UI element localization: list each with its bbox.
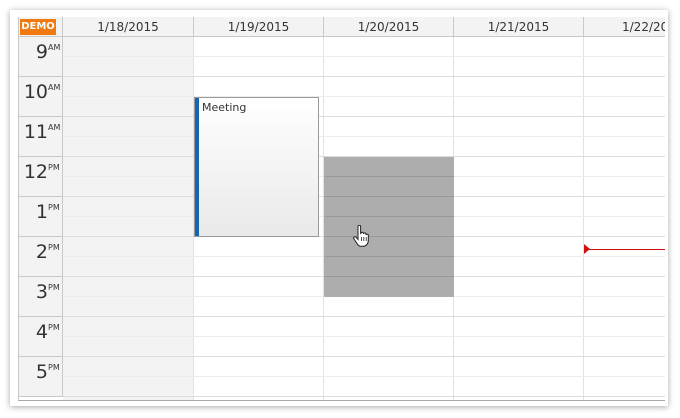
calendar-frame: DEMO 1/18/2015 1/19/2015 1/20/2015 1/21/… (10, 10, 668, 406)
hour-cell-12pm: 12 PM (19, 157, 63, 197)
grid-line (63, 396, 665, 397)
day-column-5[interactable] (584, 37, 665, 400)
grid-line (63, 76, 665, 77)
hour-period: PM (48, 323, 60, 332)
week-calendar: DEMO 1/18/2015 1/19/2015 1/20/2015 1/21/… (18, 17, 665, 401)
day-header-4[interactable]: 1/21/2015 (454, 17, 584, 37)
hand-pointer-icon (353, 225, 369, 247)
hour-cell-2pm: 2 PM (19, 237, 63, 277)
grid-line (63, 336, 665, 337)
hour-cell-10am: 10 AM (19, 77, 63, 117)
hour-period: PM (48, 283, 60, 292)
grid-line (63, 96, 665, 97)
hour-period: PM (48, 203, 60, 212)
grid-line (63, 356, 665, 357)
hour-number: 9 (35, 41, 48, 63)
day-header-1[interactable]: 1/18/2015 (63, 17, 194, 37)
hour-cell-3pm: 3 PM (19, 277, 63, 317)
current-time-line (589, 249, 665, 250)
event-meeting[interactable]: Meeting (194, 97, 319, 237)
grid-line (63, 316, 665, 317)
day-column-1[interactable] (63, 37, 194, 400)
hour-number: 4 (35, 321, 48, 343)
grid-line (63, 116, 665, 117)
grid-line (63, 56, 665, 57)
day-header-5[interactable]: 1/22/20 (584, 17, 665, 37)
hour-period: AM (48, 83, 61, 92)
calendar-corner: DEMO (19, 17, 63, 37)
grid-line (63, 376, 665, 377)
hour-cell-4pm: 4 PM (19, 317, 63, 357)
hour-number: 3 (35, 281, 48, 303)
day-header-3[interactable]: 1/20/2015 (324, 17, 454, 37)
hour-cell-9am: 9 AM (19, 37, 63, 77)
grid-line (63, 136, 665, 137)
time-grid[interactable]: Meeting (63, 37, 665, 400)
hour-period: AM (48, 43, 61, 52)
hour-cell-5pm: 5 PM (19, 357, 63, 397)
hour-cell-11am: 11 AM (19, 117, 63, 157)
day-header-2[interactable]: 1/19/2015 (194, 17, 324, 37)
day-column-4[interactable] (454, 37, 584, 400)
event-title: Meeting (202, 101, 247, 114)
event-color-bar (195, 98, 199, 236)
demo-badge: DEMO (20, 19, 56, 35)
hour-number: 10 (23, 81, 48, 103)
hour-period: PM (48, 163, 60, 172)
hour-number: 12 (23, 161, 48, 183)
time-range-selection[interactable] (324, 157, 454, 297)
hour-number: 2 (35, 241, 48, 263)
hour-number: 11 (23, 121, 48, 143)
hour-period: PM (48, 363, 60, 372)
hour-cell-1pm: 1 PM (19, 197, 63, 237)
hour-number: 1 (35, 201, 48, 223)
hour-period: AM (48, 123, 61, 132)
hour-number: 5 (35, 361, 48, 383)
hour-period: PM (48, 243, 60, 252)
